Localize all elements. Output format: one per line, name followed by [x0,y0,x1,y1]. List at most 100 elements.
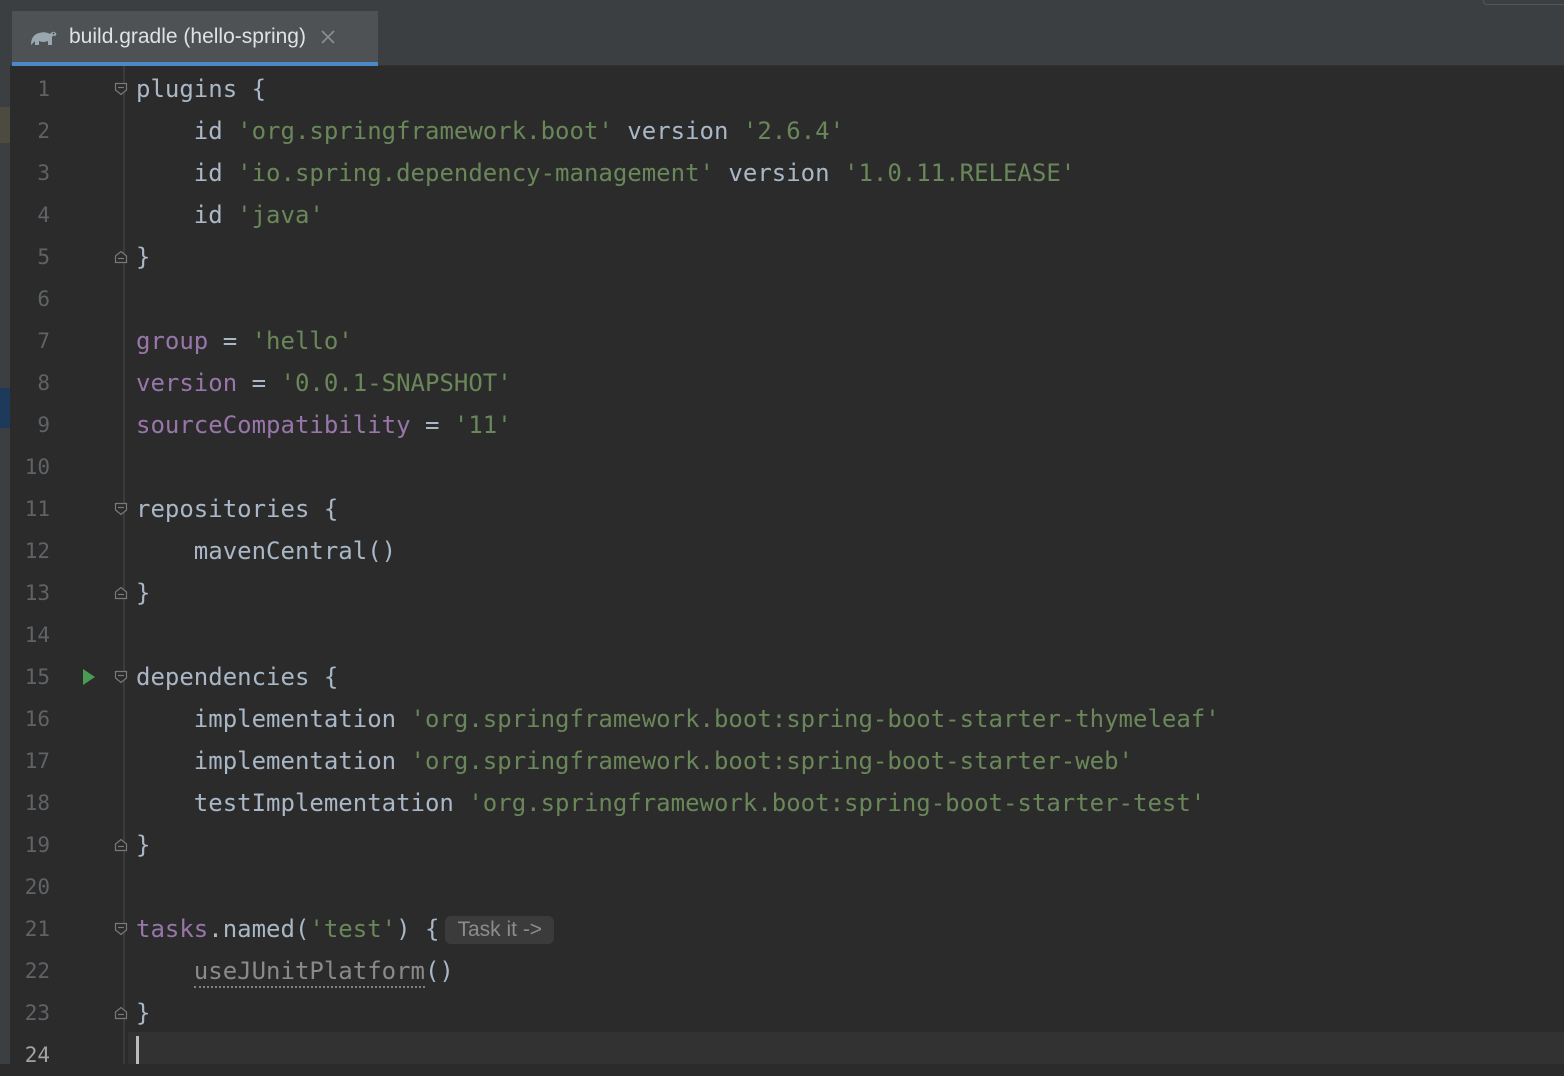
line-number: 6 [37,287,50,311]
code-token: group [136,327,209,355]
line-number: 4 [37,203,50,227]
gradle-elephant-icon [28,26,58,48]
line-number: 2 [37,119,50,143]
code-token: version [713,159,845,187]
code-line[interactable]: id 'java' [136,194,324,236]
line-number: 19 [24,833,50,857]
code-token: } [136,831,151,859]
code-token: id [136,117,238,145]
line-number: 21 [24,917,50,941]
code-token: version [136,369,238,397]
fold-open-icon[interactable] [114,670,128,684]
string-literal: 'test' [309,915,397,943]
string-literal: '0.0.1-SNAPSHOT' [280,369,512,397]
string-literal: 'java' [237,201,324,229]
code-token: } [136,999,151,1027]
code-token: = [208,327,252,355]
code-line[interactable]: } [136,992,150,1034]
tab-label: build.gradle (hello-spring) [69,24,306,48]
code-token: ) { [396,915,440,943]
code-line[interactable]: useJUnitPlatform() [136,950,454,992]
code-line[interactable]: } [136,572,150,614]
code-line[interactable]: group = 'hello' [136,320,353,362]
line-number: 12 [24,539,50,563]
fold-close-icon[interactable] [114,250,128,264]
code-line[interactable]: mavenCentral() [136,530,396,572]
tab-build-gradle[interactable]: build.gradle (hello-spring) [12,11,378,66]
code-token: dependencies { [136,663,339,691]
line-number: 9 [37,413,50,437]
line-number: 1 [37,77,50,101]
line-number: 13 [24,581,50,605]
string-literal: 'org.springframework.boot' [237,117,613,145]
code-token: mavenCentral() [136,537,397,565]
string-literal: 'io.spring.dependency-management' [237,159,714,187]
code-line[interactable]: dependencies { [136,656,338,698]
code-token: repositories { [136,495,339,523]
code-line[interactable]: plugins { [136,68,266,110]
line-number: 22 [24,959,50,983]
string-literal: 'hello' [251,327,353,355]
line-number: 10 [24,455,50,479]
code-editor[interactable]: plugins { id 'org.springframework.boot' … [128,66,1564,1064]
line-number: 20 [24,875,50,899]
fold-open-icon[interactable] [114,82,128,96]
code-token: id [136,201,238,229]
code-line[interactable]: id 'io.spring.dependency-management' ver… [136,152,1075,194]
code-token: sourceCompatibility [136,411,411,439]
code-line[interactable]: version = '0.0.1-SNAPSHOT' [136,362,512,404]
code-line[interactable]: } [136,236,150,278]
inlay-hint: Task it -> [445,916,555,944]
code-token: () [424,957,454,985]
line-number: 24 [24,1043,50,1067]
code-line[interactable]: id 'org.springframework.boot' version '2… [136,110,844,152]
left-strip-marker-selection [0,388,10,428]
code-line[interactable]: repositories { [136,488,338,530]
close-icon[interactable] [320,29,336,45]
line-number: 5 [37,245,50,269]
line-number: 15 [24,665,50,689]
code-token: id [136,159,238,187]
line-number: 16 [24,707,50,731]
code-token: = [410,411,454,439]
code-token: version [612,117,743,145]
code-token: = [237,369,281,397]
code-token: } [136,579,151,607]
fold-open-icon[interactable] [114,502,128,516]
line-number: 14 [24,623,50,647]
string-literal: 'org.springframework.boot:spring-boot-st… [410,705,1220,733]
string-literal: '2.6.4' [742,117,845,145]
code-line[interactable]: testImplementation 'org.springframework.… [136,782,1205,824]
toolbar-edge [1483,0,1564,5]
code-line[interactable]: implementation 'org.springframework.boot… [136,740,1133,782]
editor-tab-bar: build.gradle (hello-spring) [10,11,1564,66]
string-literal: '11' [453,411,512,439]
line-number: 23 [24,1001,50,1025]
code-token: implementation [136,705,411,733]
code-line[interactable]: sourceCompatibility = '11' [136,404,512,446]
code-token: } [136,243,151,271]
code-token: testImplementation [136,789,469,817]
editor-gutter[interactable]: 1 2 3 4 5 6 7 8 9 10 11 12 13 14 15 16 17 18 19 20 21 22 23 24 [10,66,128,1067]
code-token: implementation [136,747,411,775]
code-token: plugins { [136,75,267,103]
fold-close-icon[interactable] [114,838,128,852]
string-literal: '1.0.11.RELEASE' [844,159,1076,187]
text-caret [136,1036,139,1064]
left-strip-marker-bookmark [0,107,10,143]
string-literal: 'org.springframework.boot:spring-boot-st… [410,747,1134,775]
code-line[interactable]: } [136,824,150,866]
fold-open-icon[interactable] [114,922,128,936]
run-gutter-icon[interactable] [82,668,96,686]
code-line[interactable]: implementation 'org.springframework.boot… [136,698,1220,740]
line-number: 18 [24,791,50,815]
line-number: 11 [24,497,50,521]
string-literal: 'org.springframework.boot:spring-boot-st… [468,789,1206,817]
code-line[interactable]: tasks.named('test') {Task it -> [136,908,555,950]
left-tool-strip [0,11,10,1064]
fold-close-icon[interactable] [114,1006,128,1020]
line-number: 17 [24,749,50,773]
fold-close-icon[interactable] [114,586,128,600]
line-number: 8 [37,371,50,395]
